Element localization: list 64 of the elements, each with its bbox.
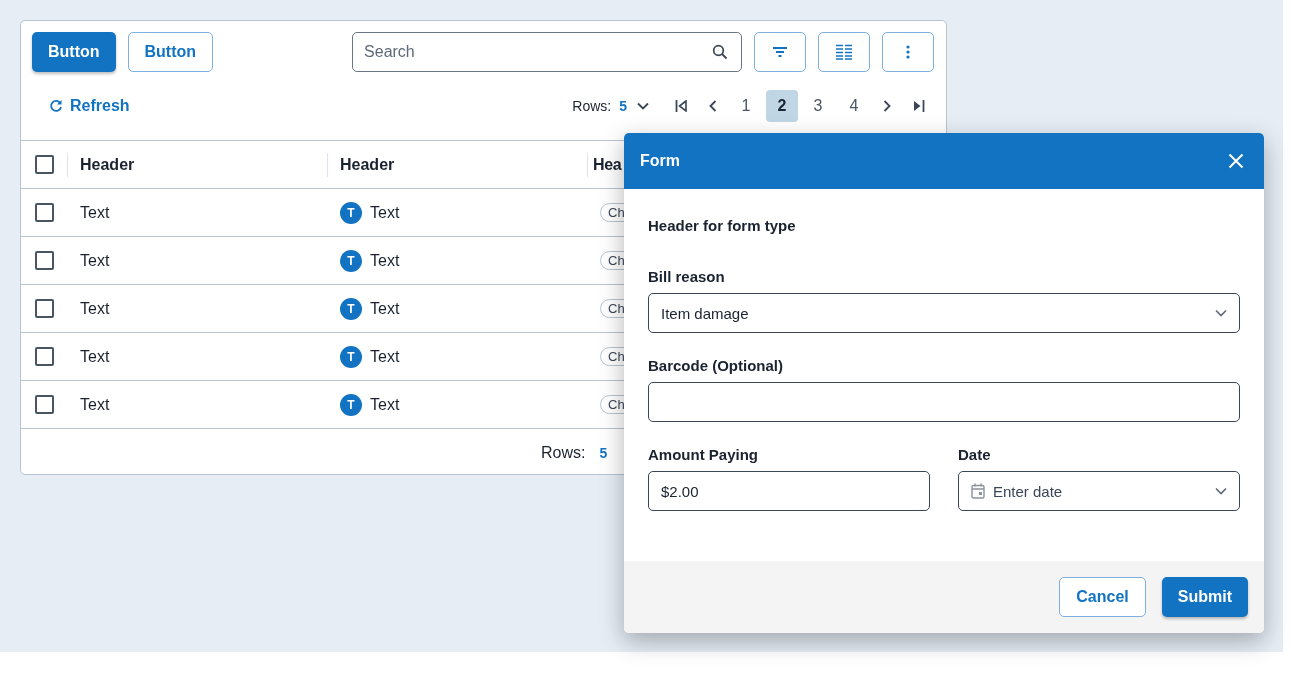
avatar: T: [340, 201, 362, 224]
avatar: T: [340, 249, 362, 272]
filter-icon: [772, 46, 789, 58]
previous-page-icon[interactable]: [709, 100, 717, 112]
close-icon[interactable]: [1228, 153, 1244, 169]
column-header[interactable]: Header: [340, 155, 395, 174]
field-label: Bill reason: [648, 268, 726, 285]
table-cell: Text: [370, 251, 400, 270]
input-field[interactable]: [648, 382, 1240, 422]
page-button[interactable]: 3: [802, 90, 834, 122]
refresh-button[interactable]: Refresh: [49, 97, 130, 115]
column-header[interactable]: Hea: [593, 155, 622, 174]
select-all-checkbox[interactable]: [34, 155, 54, 174]
select-field[interactable]: Item damage: [648, 293, 1240, 333]
last-page-icon[interactable]: [913, 100, 925, 112]
row-checkbox[interactable]: [34, 203, 54, 222]
filter-button[interactable]: [754, 32, 807, 72]
field-label: Date: [958, 446, 992, 463]
page-button[interactable]: 1: [730, 90, 762, 122]
field-label: Barcode (Optional): [648, 357, 784, 374]
rows-dropdown[interactable]: 5: [599, 444, 608, 461]
cancel-button[interactable]: Cancel: [1059, 577, 1146, 617]
action-button[interactable]: Button: [127, 32, 214, 72]
table-cell: Text: [370, 347, 400, 366]
chevron-down-icon: [1215, 309, 1227, 317]
first-page-icon[interactable]: [675, 100, 687, 112]
table-cell: Text: [370, 203, 400, 222]
columns-button[interactable]: [818, 32, 871, 72]
chevron-down-icon: [637, 102, 649, 110]
page-button[interactable]: 4: [838, 90, 870, 122]
avatar: T: [340, 393, 362, 416]
refresh-icon: [49, 99, 63, 113]
table-cell: Text: [370, 299, 400, 318]
row-checkbox[interactable]: [34, 395, 54, 414]
rows-label: Rows:: [541, 443, 586, 462]
section-header: Header for form type: [648, 217, 797, 234]
row-checkbox[interactable]: [34, 299, 54, 318]
rows-dropdown[interactable]: 5: [619, 98, 649, 114]
columns-icon: [836, 44, 853, 60]
chevron-down-icon: [1215, 487, 1227, 495]
table-cell: Text: [80, 395, 110, 413]
dialog-title: Form: [640, 152, 680, 170]
calendar-icon: [971, 483, 985, 499]
search-icon: [712, 44, 729, 60]
row-checkbox[interactable]: [34, 251, 54, 270]
table-cell: Text: [80, 347, 110, 365]
avatar: T: [340, 345, 362, 368]
table-cell: Text: [370, 395, 400, 414]
page-button[interactable]: 2: [766, 90, 798, 122]
submit-button[interactable]: Submit: [1161, 577, 1248, 617]
rows-label: Rows:: [572, 98, 612, 114]
column-header[interactable]: Header: [80, 155, 135, 174]
next-page-icon[interactable]: [883, 100, 891, 112]
table-cell: Text: [80, 299, 110, 317]
input-field[interactable]: $2.00: [648, 471, 930, 511]
action-button[interactable]: Button: [32, 32, 116, 72]
avatar: T: [340, 297, 362, 320]
more-icon: [906, 45, 911, 59]
table-cell: Text: [80, 251, 110, 269]
table-cell: Text: [80, 203, 110, 221]
row-checkbox[interactable]: [34, 347, 54, 366]
field-label: Amount Paying: [648, 446, 759, 463]
date-field[interactable]: Enter date: [958, 471, 1240, 511]
search-field[interactable]: Search: [352, 32, 743, 72]
